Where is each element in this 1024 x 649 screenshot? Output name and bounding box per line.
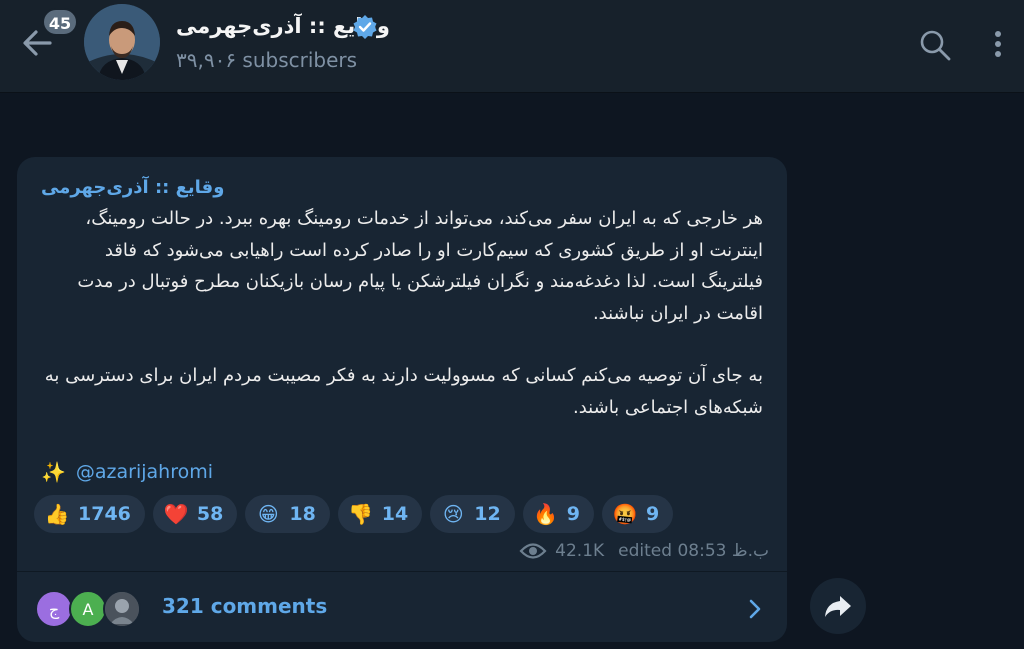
chevron-right-icon — [749, 599, 761, 619]
reaction-count: 58 — [196, 503, 224, 525]
reaction-cursing[interactable]: 🤬 9 — [601, 495, 674, 533]
comments-count-label: 321 comments — [162, 594, 328, 618]
share-forward-icon — [825, 596, 851, 617]
search-icon[interactable] — [918, 28, 952, 62]
post-author[interactable]: وقایع :: آذری‌جهرمی — [41, 177, 224, 198]
chat-header: 45 وقایع :: آذری‌جهرمی ۳۹,۹۰۶ subscriber… — [0, 0, 1024, 93]
reaction-thumbs-up[interactable]: 👍 1746 — [34, 495, 145, 533]
comments-button[interactable]: ج A 321 comments — [17, 572, 787, 642]
post-signature: ✨ @azarijahromi — [41, 457, 213, 487]
reactions-bar: 👍 1746 ❤️ 58 😁 18 👎 14 😢 12 🔥 9 🤬 9 — [34, 495, 674, 533]
commenter-avatar: A — [69, 590, 107, 628]
reaction-grin[interactable]: 😁 18 — [245, 495, 330, 533]
more-vertical-icon[interactable] — [986, 26, 1010, 62]
reaction-count: 9 — [645, 503, 660, 525]
reaction-thumbs-down[interactable]: 👎 14 — [337, 495, 423, 533]
edited-timestamp: edited 08:53 ب.ظ — [618, 541, 769, 561]
fire-icon: 🔥 — [533, 502, 559, 526]
reaction-count: 18 — [289, 503, 316, 525]
reaction-fire[interactable]: 🔥 9 — [522, 495, 594, 533]
share-button[interactable] — [810, 578, 866, 634]
crying-face-icon: 😢 — [442, 502, 464, 526]
commenter-avatar: ج — [35, 590, 73, 628]
reaction-count: 9 — [566, 503, 580, 525]
subscriber-count: ۳۹,۹۰۶ subscribers — [176, 48, 358, 72]
verified-badge-icon — [353, 15, 377, 39]
reaction-count: 12 — [474, 503, 501, 525]
unread-count-badge[interactable]: 45 — [42, 8, 78, 36]
post-paragraph: هر خارجی که به ایران سفر می‌کند، می‌توان… — [77, 208, 763, 324]
grin-icon: 😁 — [257, 502, 279, 526]
reaction-crying[interactable]: 😢 12 — [430, 495, 515, 533]
cursing-face-icon: 🤬 — [612, 502, 638, 526]
commenter-avatar — [103, 590, 141, 628]
reaction-heart[interactable]: ❤️ 58 — [152, 495, 238, 533]
eye-icon — [519, 543, 547, 559]
view-count: 42.1K — [555, 541, 605, 561]
reaction-count: 1746 — [78, 503, 131, 525]
thumbs-down-icon: 👎 — [348, 502, 374, 526]
post-paragraph: به جای آن توصیه می‌کنم کسانی که مسوولیت … — [44, 365, 763, 418]
sparkle-icon: ✨ — [41, 460, 66, 484]
heart-icon: ❤️ — [163, 502, 189, 526]
signature-mention-link[interactable]: @azarijahromi — [76, 461, 213, 483]
channel-post-bubble: وقایع :: آذری‌جهرمی هر خارجی که به ایران… — [17, 157, 787, 642]
thumbs-up-icon: 👍 — [44, 502, 70, 526]
post-meta: 42.1K edited 08:53 ب.ظ — [519, 540, 769, 562]
post-text: هر خارجی که به ایران سفر می‌کند، می‌توان… — [41, 203, 763, 423]
reaction-count: 14 — [381, 503, 409, 525]
channel-avatar[interactable] — [84, 4, 160, 80]
